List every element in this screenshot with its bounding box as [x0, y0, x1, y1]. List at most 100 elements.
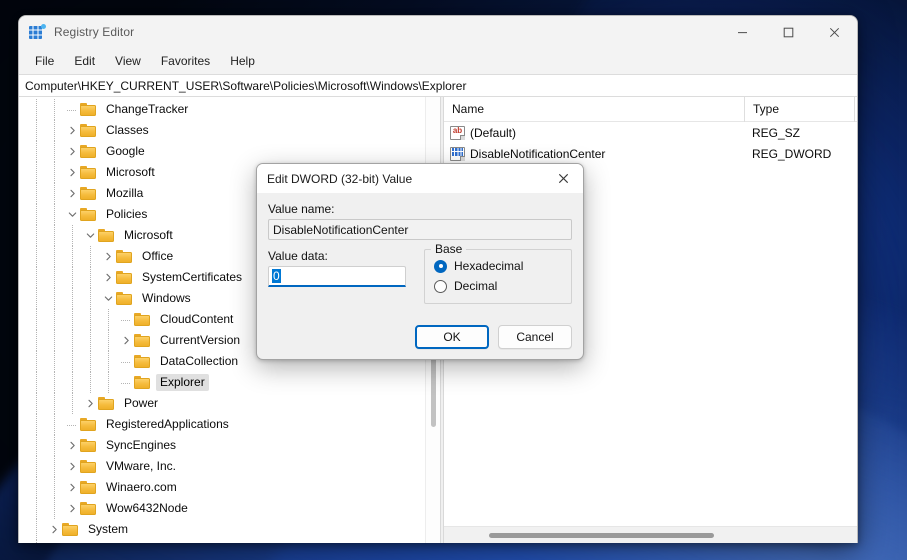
- string-value-icon: ab: [450, 125, 465, 140]
- dialog-title: Edit DWORD (32-bit) Value: [267, 171, 413, 186]
- menu-view[interactable]: View: [105, 51, 151, 71]
- tree-item[interactable]: Volatile Environment: [19, 540, 425, 543]
- cancel-button[interactable]: Cancel: [498, 325, 572, 349]
- tree-guide-line: [72, 351, 73, 372]
- value-name-cell: DisableNotificationCenter: [470, 146, 606, 161]
- table-row[interactable]: DisableNotificationCenter REG_DWORD: [444, 143, 857, 164]
- tree-item[interactable]: RegisteredApplications: [19, 414, 425, 435]
- chevron-right-icon[interactable]: [65, 189, 80, 198]
- tree-item-label: SyncEngines: [106, 438, 177, 452]
- tree-guide-line: [90, 267, 91, 288]
- tree-guide-line: [72, 372, 73, 393]
- chevron-right-icon[interactable]: [101, 252, 116, 261]
- menu-help[interactable]: Help: [220, 51, 265, 71]
- dialog-body: Value name: DisableNotificationCenter Va…: [257, 193, 583, 359]
- folder-icon: [134, 333, 151, 348]
- folder-icon: [116, 249, 133, 264]
- tree-guide-line: [36, 330, 37, 351]
- chevron-right-icon[interactable]: [65, 504, 80, 513]
- tree-guide-line: [54, 309, 55, 330]
- menu-favorites[interactable]: Favorites: [151, 51, 220, 71]
- tree-item[interactable]: Power: [19, 393, 425, 414]
- column-header-data[interactable]: [854, 96, 857, 122]
- tree-item[interactable]: Wow6432Node: [19, 498, 425, 519]
- tree-item-label: DataCollection: [160, 354, 239, 368]
- folder-icon: [98, 396, 115, 411]
- tree-guide-line: [36, 204, 37, 225]
- chevron-right-icon[interactable]: [65, 462, 80, 471]
- tree-item-label: Office: [142, 249, 174, 263]
- value-name-input[interactable]: DisableNotificationCenter: [268, 219, 572, 240]
- tree-guide-line: [72, 309, 73, 330]
- dialog-close-button[interactable]: [543, 164, 583, 193]
- chevron-right-icon[interactable]: [119, 336, 134, 345]
- tree-guide-line: [108, 372, 109, 393]
- tree-item-label: Volatile Environment: [84, 542, 201, 543]
- tree-guide-line: [36, 456, 37, 477]
- tree-item-label: ChangeTracker: [106, 102, 189, 116]
- chevron-right-icon[interactable]: [65, 441, 80, 450]
- dialog-titlebar[interactable]: Edit DWORD (32-bit) Value: [257, 164, 583, 193]
- tree-guide-line: [54, 393, 55, 414]
- tree-guide-stub: [121, 319, 131, 321]
- tree-guide-line: [36, 225, 37, 246]
- close-button[interactable]: [811, 16, 857, 48]
- folder-icon: [80, 123, 97, 138]
- column-header-type[interactable]: Type: [744, 96, 854, 122]
- chevron-right-icon[interactable]: [83, 399, 98, 408]
- table-row[interactable]: ab (Default) REG_SZ: [444, 122, 857, 143]
- chevron-right-icon[interactable]: [65, 126, 80, 135]
- tree-guide-line: [36, 141, 37, 162]
- chevron-down-icon[interactable]: [83, 231, 98, 240]
- folder-icon: [116, 291, 133, 306]
- address-bar[interactable]: Computer\HKEY_CURRENT_USER\Software\Poli…: [19, 74, 857, 97]
- tree-guide-line: [36, 477, 37, 498]
- tree-guide-stub: [121, 382, 131, 384]
- menu-bar: File Edit View Favorites Help: [19, 48, 857, 74]
- tree-item[interactable]: VMware, Inc.: [19, 456, 425, 477]
- chevron-right-icon[interactable]: [101, 273, 116, 282]
- tree-guide-line: [36, 162, 37, 183]
- tree-guide-line: [36, 540, 37, 543]
- tree-guide-line: [90, 246, 91, 267]
- chevron-down-icon[interactable]: [65, 210, 80, 219]
- chevron-right-icon[interactable]: [47, 525, 62, 534]
- tree-guide-stub: [67, 424, 77, 426]
- tree-item[interactable]: Google: [19, 141, 425, 162]
- tree-guide-line: [36, 120, 37, 141]
- tree-guide-line: [54, 267, 55, 288]
- tree-guide-line: [54, 456, 55, 477]
- chevron-right-icon[interactable]: [65, 168, 80, 177]
- ok-button[interactable]: OK: [415, 325, 489, 349]
- minimize-button[interactable]: [719, 16, 765, 48]
- window-titlebar[interactable]: Registry Editor: [19, 16, 857, 48]
- tree-guide-line: [36, 183, 37, 204]
- tree-item[interactable]: SyncEngines: [19, 435, 425, 456]
- tree-item-label: CloudContent: [160, 312, 234, 326]
- tree-item[interactable]: Explorer: [19, 372, 425, 393]
- tree-item[interactable]: Classes: [19, 120, 425, 141]
- maximize-button[interactable]: [765, 16, 811, 48]
- tree-item[interactable]: ChangeTracker: [19, 99, 425, 120]
- tree-item[interactable]: Winaero.com: [19, 477, 425, 498]
- edit-dword-dialog: Edit DWORD (32-bit) Value Value name: Di…: [256, 163, 584, 360]
- tree-guide-line: [54, 372, 55, 393]
- base-option-decimal[interactable]: Decimal: [434, 276, 563, 296]
- menu-file[interactable]: File: [25, 51, 64, 71]
- chevron-right-icon[interactable]: [65, 147, 80, 156]
- chevron-right-icon[interactable]: [65, 483, 80, 492]
- chevron-down-icon[interactable]: [101, 294, 116, 303]
- base-option-hexadecimal[interactable]: Hexadecimal: [434, 256, 563, 276]
- value-data-input[interactable]: 0: [268, 266, 406, 287]
- tree-item-label: Google: [106, 144, 145, 158]
- tree-item[interactable]: System: [19, 519, 425, 540]
- tree-guide-line: [90, 330, 91, 351]
- folder-icon: [80, 165, 97, 180]
- tree-guide-line: [54, 141, 55, 162]
- column-header-name[interactable]: Name: [444, 97, 744, 122]
- menu-edit[interactable]: Edit: [64, 51, 105, 71]
- tree-guide-line: [54, 330, 55, 351]
- values-horizontal-scrollbar[interactable]: [444, 526, 857, 543]
- tree-guide-stub: [67, 109, 77, 111]
- values-scrollbar-thumb[interactable]: [489, 533, 714, 538]
